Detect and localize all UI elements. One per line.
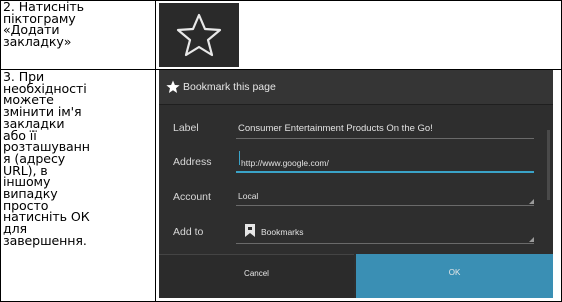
ok-button[interactable]: OK [356,254,553,298]
label-field-value[interactable]: Consumer Entertainment Products On the G… [238,123,433,134]
label-field-label: Label [173,122,199,134]
step-3-text: 3. При необхідності можете змінити ім'я … [3,69,90,248]
text-cursor [239,151,240,165]
dialog-title: Bookmark this page [183,81,276,93]
bookmark-folder-icon [245,224,255,237]
dialog-footer: Cancel OK [159,254,553,298]
table-border-left [0,0,1,302]
add-bookmark-icon-panel[interactable] [159,3,239,67]
bookmark-dialog: Bookmark this page Label Consumer Entert… [159,70,553,298]
address-field-underline [236,171,534,173]
star-outline-icon[interactable] [176,12,222,58]
account-dropdown-icon[interactable] [529,199,534,204]
cancel-button-label: Cancel [244,269,269,278]
addto-field-label: Add to [173,226,204,238]
table-column-divider [155,0,156,302]
account-select-value[interactable]: Local [238,191,258,201]
ok-button-label: OK [448,268,461,277]
step-2-text: 2. Натисніть піктограму «Додати закладку… [3,0,84,50]
address-field-value[interactable]: http://www.google.com/ [241,158,329,168]
cancel-button[interactable]: Cancel [159,254,354,298]
addto-select-underline[interactable] [236,243,534,244]
address-field-label: Address [173,156,212,168]
star-filled-icon [166,80,180,93]
addto-select-value[interactable]: Bookmarks [261,227,304,237]
account-field-label: Account [173,191,211,203]
account-select-underline[interactable] [236,205,534,206]
dialog-header: Bookmark this page [159,70,553,105]
label-field-underline [236,138,534,139]
addto-dropdown-icon[interactable] [529,237,534,242]
dialog-scrollbar[interactable] [547,130,550,200]
